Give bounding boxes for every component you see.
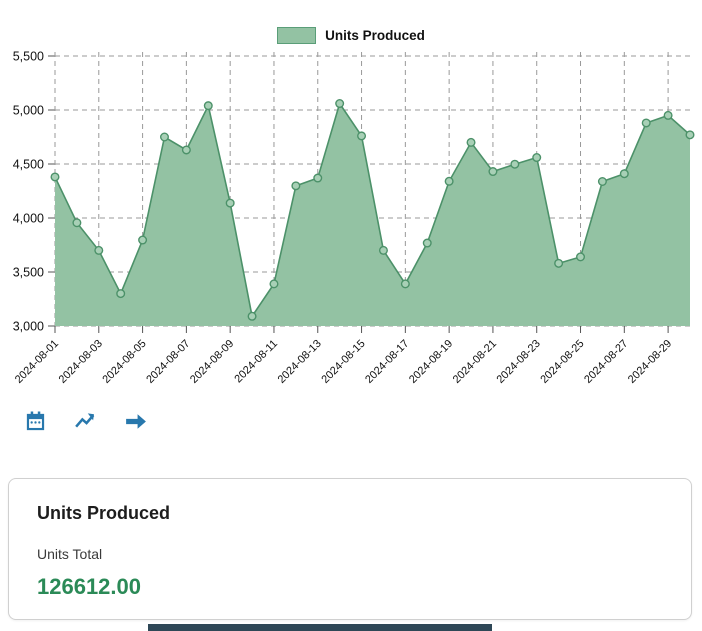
svg-text:5,000: 5,000	[13, 104, 44, 118]
svg-text:2024-08-25: 2024-08-25	[538, 338, 586, 386]
trend-chart-button[interactable]	[72, 408, 98, 434]
calendar-button[interactable]	[22, 408, 48, 434]
svg-text:2024-08-09: 2024-08-09	[188, 338, 236, 386]
svg-text:2024-08-07: 2024-08-07	[144, 338, 192, 386]
svg-text:2024-08-29: 2024-08-29	[626, 338, 674, 386]
svg-text:4,500: 4,500	[13, 158, 44, 172]
arrow-right-button[interactable]	[122, 408, 148, 434]
trend-line-icon	[74, 412, 94, 428]
units-produced-area-chart: 3,000 3,500 4,000 4,500 5,000 5,500 2024-08-01…	[13, 50, 695, 386]
svg-text:5,500: 5,500	[13, 50, 44, 64]
bottom-bar	[148, 624, 492, 631]
dashboard-screen: 3,000 3,500 4,000 4,500 5,000 5,500 2024-08-01…	[0, 0, 702, 631]
units-produced-card: Units Produced Units Total 126612.00	[8, 478, 692, 620]
chart-toolbar	[22, 408, 148, 434]
svg-text:2024-08-27: 2024-08-27	[582, 338, 630, 386]
svg-text:2024-08-05: 2024-08-05	[100, 338, 148, 386]
svg-text:2024-08-15: 2024-08-15	[319, 338, 367, 386]
svg-text:2024-08-17: 2024-08-17	[363, 338, 411, 386]
svg-text:2024-08-23: 2024-08-23	[495, 338, 543, 386]
svg-text:3,000: 3,000	[13, 320, 44, 334]
legend-swatch	[277, 27, 317, 44]
svg-text:2024-08-19: 2024-08-19	[407, 338, 455, 386]
legend-label: Units Produced	[325, 28, 425, 43]
svg-text:2024-08-21: 2024-08-21	[451, 338, 499, 386]
card-subtitle: Units Total	[37, 546, 103, 562]
svg-text:2024-08-13: 2024-08-13	[276, 338, 324, 386]
calendar-icon	[26, 410, 44, 430]
card-title: Units Produced	[37, 503, 171, 523]
svg-text:2024-08-11: 2024-08-11	[232, 338, 280, 386]
card-total-value: 126612.00	[37, 574, 141, 599]
svg-text:4,000: 4,000	[13, 212, 44, 226]
legend: Units Produced	[0, 27, 702, 44]
arrow-right-icon	[125, 413, 146, 429]
svg-text:3,500: 3,500	[13, 266, 44, 280]
svg-text:2024-08-01: 2024-08-01	[13, 338, 61, 386]
svg-text:2024-08-03: 2024-08-03	[57, 338, 105, 386]
